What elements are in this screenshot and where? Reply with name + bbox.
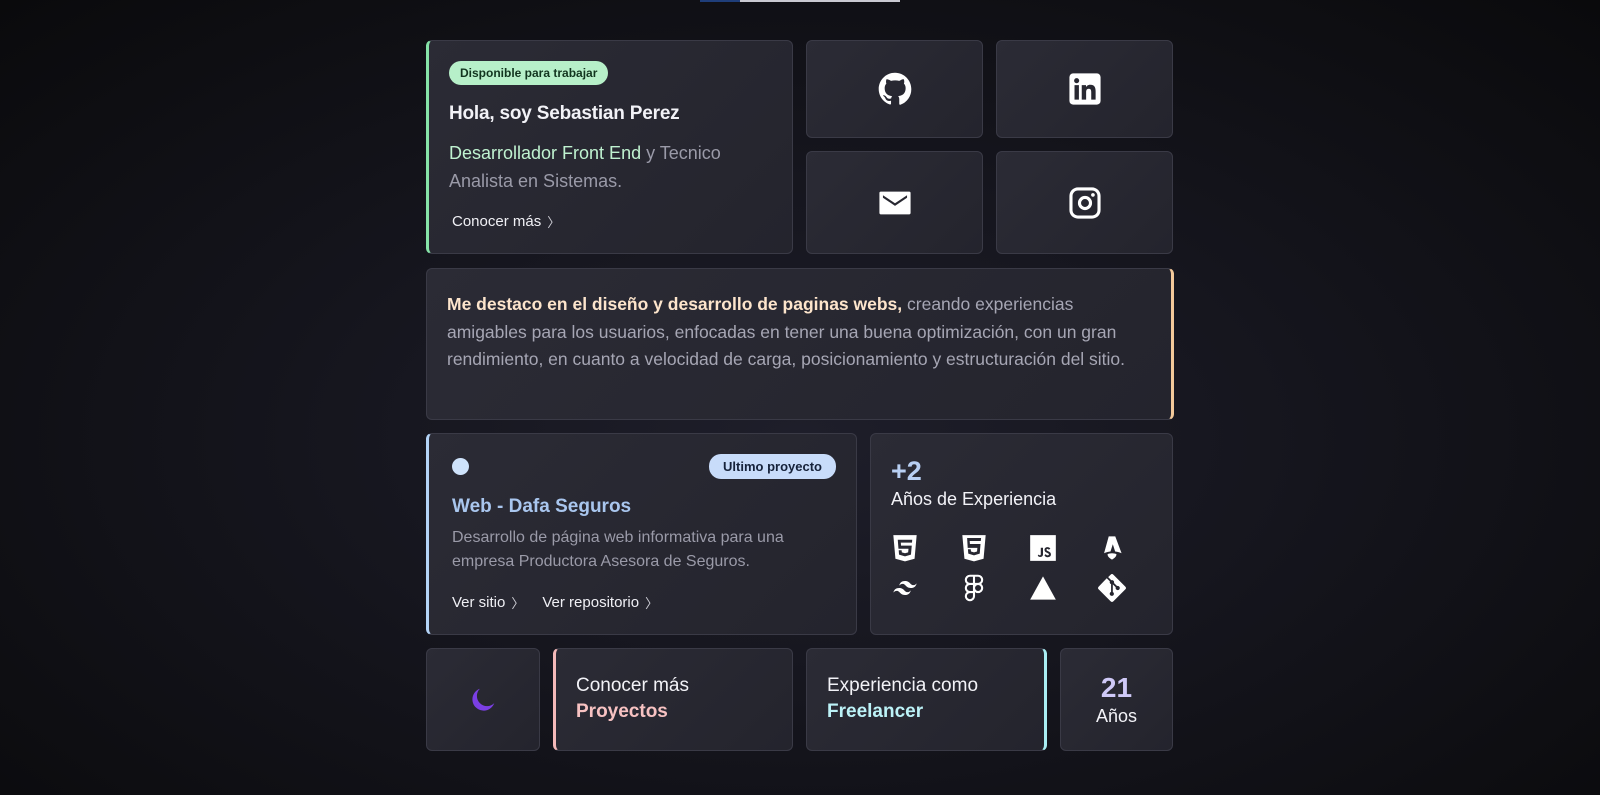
latest-project-card: Ultimo proyecto Web - Dafa Seguros Desar… — [426, 433, 857, 635]
github-button[interactable] — [806, 40, 983, 138]
linkedin-icon — [1068, 73, 1101, 105]
about-card: Me destaco en el diseño y desarrollo de … — [426, 268, 1174, 420]
javascript-icon — [1029, 534, 1057, 562]
age-label: Años — [1095, 706, 1138, 726]
about-me-link-label: Conocer más — [452, 213, 542, 230]
git-icon — [1098, 574, 1126, 602]
chevron-right-icon: 〉 — [645, 596, 659, 611]
theme-toggle-button[interactable] — [426, 648, 540, 751]
availability-badge: Disponible para trabajar — [449, 61, 609, 85]
hero-title: Hola, soy Sebastian Perez — [449, 103, 680, 124]
vercel-icon — [1029, 574, 1057, 602]
role-highlight: Desarrollador Front End — [449, 143, 642, 163]
view-repo-label: Ver repositorio — [542, 594, 640, 611]
top-progress-bar — [700, 0, 900, 2]
project-links: Ver sitio 〉 Ver repositorio 〉 — [452, 593, 658, 612]
about-me-link[interactable]: Conocer más 〉 — [452, 212, 560, 231]
view-site-label: Ver sitio — [452, 594, 506, 611]
status-dot — [452, 458, 469, 475]
view-site-link[interactable]: Ver sitio 〉 — [452, 593, 524, 612]
about-strong: Me destaco en el diseño y desarrollo de … — [447, 294, 903, 314]
project-description: Desarrollo de página web informativa par… — [452, 529, 784, 570]
instagram-button[interactable] — [996, 151, 1173, 254]
experience-years: +2 — [891, 456, 922, 486]
projects-line2: Proyectos — [576, 701, 668, 722]
moon-icon — [472, 688, 495, 711]
hero-role: Desarrollador Front End y Tecnico Analis… — [449, 139, 759, 195]
github-icon — [878, 72, 911, 105]
skills-grid — [891, 534, 1167, 602]
css3-icon — [960, 534, 988, 562]
email-button[interactable] — [806, 151, 983, 254]
tailwind-icon — [891, 574, 919, 602]
astro-icon — [1098, 534, 1126, 562]
chevron-right-icon: 〉 — [547, 215, 561, 230]
projects-link-card[interactable]: Conocer más Proyectos — [553, 648, 793, 751]
latest-project-badge: Ultimo proyecto — [709, 454, 836, 479]
chevron-right-icon: 〉 — [511, 596, 525, 611]
project-title: Web - Dafa Seguros — [452, 496, 632, 517]
figma-icon — [960, 574, 988, 602]
experience-label: Años de Experiencia — [891, 489, 1057, 509]
freelance-line1: Experiencia como — [827, 675, 979, 696]
view-repo-link[interactable]: Ver repositorio 〉 — [542, 593, 658, 612]
linkedin-button[interactable] — [996, 40, 1173, 138]
freelance-line2: Freelancer — [827, 701, 924, 722]
about-text: Me destaco en el diseño y desarrollo de … — [447, 291, 1151, 374]
mail-icon — [878, 191, 911, 214]
freelance-card: Experiencia como Freelancer — [806, 648, 1047, 751]
instagram-icon — [1068, 186, 1101, 219]
age-number: 21 — [1100, 672, 1133, 703]
html5-icon — [891, 534, 919, 562]
experience-card: +2 Años de Experiencia — [870, 433, 1173, 635]
age-card: 21 Años — [1060, 648, 1173, 751]
projects-line1: Conocer más — [576, 675, 689, 696]
intro-card: Disponible para trabajar Hola, soy Sebas… — [426, 40, 793, 254]
